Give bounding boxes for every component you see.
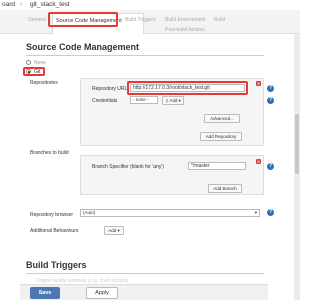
repository-browser-select[interactable]: (Auto) ▾ <box>80 209 260 217</box>
scm-divider <box>26 55 264 56</box>
help-icon[interactable]: ? <box>267 97 274 104</box>
credentials-label: Credentials <box>92 98 118 104</box>
breadcrumb-separator: › <box>20 1 23 8</box>
branches-label: Branches to build <box>30 150 69 156</box>
chevron-down-icon: ▾ <box>117 228 120 233</box>
add-branch-button[interactable]: Add Branch <box>208 184 242 193</box>
chevron-down-icon: ▾ <box>178 98 181 103</box>
add-credentials-label: Add <box>169 98 178 103</box>
delete-branch-icon[interactable]: ✕ <box>256 159 261 164</box>
repository-browser-value: (Auto) <box>83 210 96 215</box>
help-icon[interactable]: ? <box>267 209 274 216</box>
breadcrumb-job[interactable]: git_stack_test <box>30 1 70 8</box>
breadcrumb-dashboard[interactable]: oard <box>2 1 15 8</box>
tab-post-build-actions[interactable]: Post-build Actions <box>165 27 205 33</box>
apply-button[interactable]: Apply <box>86 287 118 299</box>
build-triggers-divider <box>26 273 264 274</box>
additional-behaviours-label: Additional Behaviours <box>30 228 79 234</box>
help-icon[interactable]: ? <box>267 85 274 92</box>
additional-behaviours-add-button[interactable]: Add ▾ <box>104 226 124 235</box>
repositories-label: Repositories <box>30 80 58 86</box>
tab-build[interactable]: Build <box>214 17 225 23</box>
repository-url-label: Repository URL <box>92 86 128 92</box>
config-tabs: General Source Code Management Build Tri… <box>0 10 300 34</box>
breadcrumb: oard › git_stack_test <box>0 0 300 10</box>
scm-section-title: Source Code Management <box>26 42 140 52</box>
delete-repository-icon[interactable]: ✕ <box>256 81 261 86</box>
form-actions-bar: Save Apply <box>20 284 268 300</box>
tab-build-environment[interactable]: Build Environment <box>165 17 206 23</box>
config-form: Source Code Management None Git Reposito… <box>20 34 274 300</box>
scrollbar[interactable] <box>294 34 300 300</box>
help-icon[interactable]: ? <box>267 163 274 170</box>
build-triggers-title: Build Triggers <box>26 260 87 270</box>
tab-general[interactable]: General <box>28 17 46 23</box>
repo-url-highlight-box <box>127 81 248 95</box>
key-icon: ⚷ <box>165 98 169 103</box>
repository-browser-label: Repository browser <box>30 212 74 218</box>
scrollbar-thumb[interactable] <box>295 114 299 174</box>
advanced-button[interactable]: Advanced... <box>204 114 240 123</box>
branch-specifier-input[interactable]: */master <box>188 162 246 170</box>
tab-highlight-box <box>48 12 118 27</box>
additional-behaviours-add-label: Add <box>108 228 117 233</box>
save-button[interactable]: Save <box>30 287 60 299</box>
add-credentials-button[interactable]: ⚷ Add ▾ <box>162 96 184 105</box>
scm-none-label: None <box>34 60 46 66</box>
branch-specifier-label: Branch Specifier (blank for 'any') <box>92 164 164 170</box>
credentials-select[interactable]: - none - <box>130 96 158 104</box>
scm-none-radio[interactable] <box>26 60 31 65</box>
git-highlight-box <box>23 67 45 76</box>
tab-build-triggers[interactable]: Build Triggers <box>125 17 156 23</box>
add-repository-button[interactable]: Add Repository <box>200 132 242 141</box>
chevron-down-icon: ▾ <box>254 210 257 215</box>
